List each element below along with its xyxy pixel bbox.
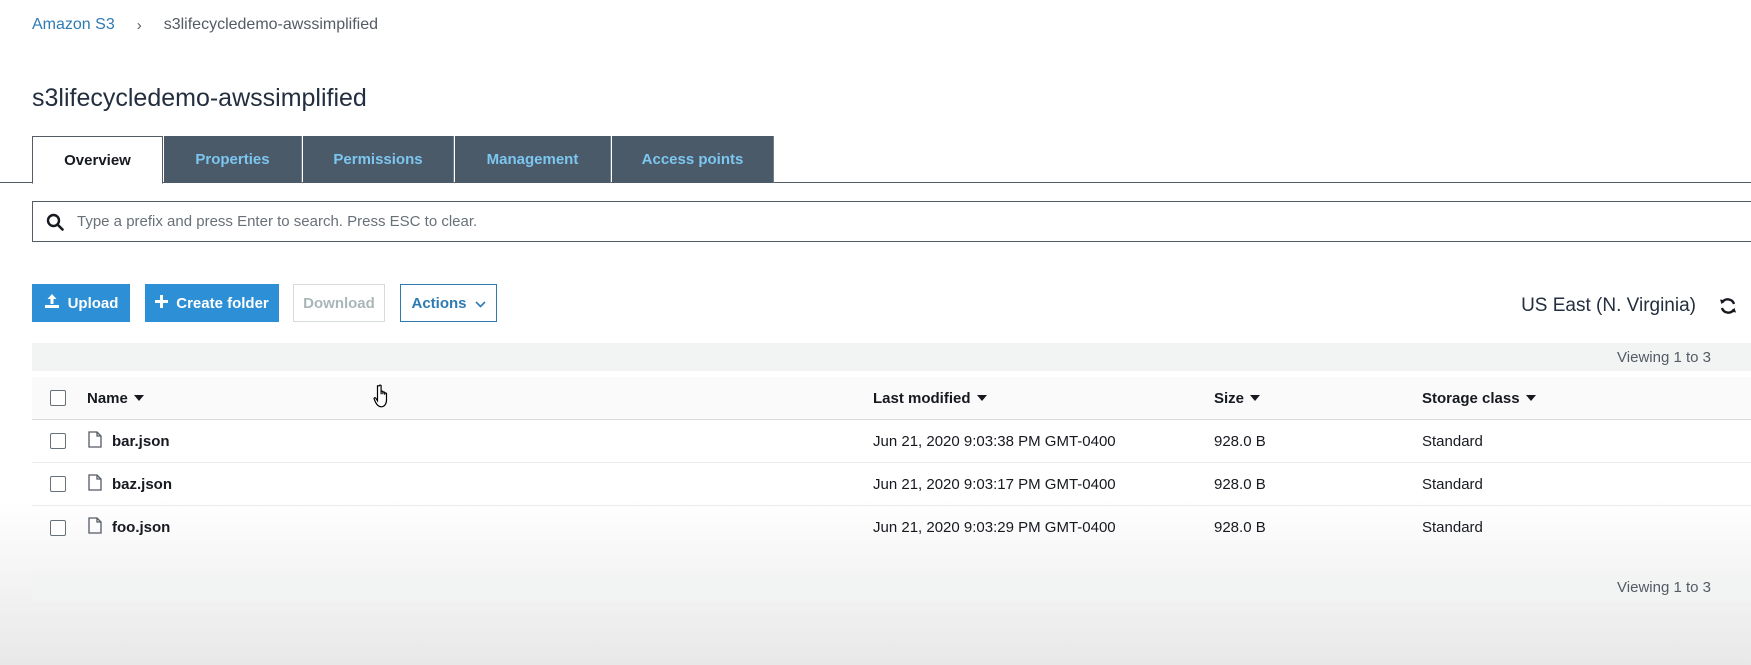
tab-permissions[interactable]: Permissions: [303, 136, 454, 183]
cell-storage-class: Standard: [1422, 519, 1483, 536]
refresh-icon[interactable]: [1719, 297, 1737, 320]
cell-last-modified: Jun 21, 2020 9:03:38 PM GMT-0400: [873, 432, 1116, 450]
column-header-last-modified[interactable]: Last modified: [873, 377, 987, 419]
region-label: US East (N. Virginia): [1521, 295, 1696, 316]
sort-caret-icon: [133, 395, 144, 401]
table-row: bar.json Jun 21, 2020 9:03:38 PM GMT-040…: [32, 420, 1751, 463]
breadcrumb: Amazon S3 › s3lifecycledemo-awssimplifie…: [32, 16, 378, 34]
tab-access-points[interactable]: Access points: [612, 136, 774, 183]
upload-label: Upload: [67, 294, 119, 312]
chevron-down-icon: [474, 295, 486, 312]
column-header-name[interactable]: Name: [87, 377, 144, 419]
file-name-link[interactable]: foo.json: [112, 519, 170, 536]
download-button[interactable]: Download: [293, 284, 385, 322]
cell-size: 928.0 B: [1214, 519, 1266, 536]
search-icon: [33, 213, 77, 231]
tab-overview[interactable]: Overview: [32, 136, 163, 184]
breadcrumb-current: s3lifecycledemo-awssimplified: [163, 16, 379, 33]
file-icon: [88, 517, 102, 538]
plus-icon: [155, 294, 169, 312]
page-title: s3lifecycledemo-awssimplified: [32, 84, 367, 112]
viewing-count-text: Viewing 1 to 3: [1617, 348, 1711, 366]
sort-caret-icon: [976, 395, 987, 401]
file-name-link[interactable]: bar.json: [112, 433, 170, 450]
table-header-row: Name Last modified Size Storage class: [32, 377, 1751, 420]
file-icon: [88, 473, 102, 495]
upload-icon: [44, 293, 60, 313]
chevron-right-icon: ›: [136, 16, 142, 34]
search-bar: [32, 201, 1751, 242]
create-folder-button[interactable]: Create folder: [145, 284, 279, 322]
objects-table: Name Last modified Size Storage class ba…: [32, 377, 1751, 549]
actions-label: Actions: [411, 294, 467, 312]
download-label: Download: [303, 294, 375, 312]
column-header-size[interactable]: Size: [1214, 377, 1261, 419]
viewing-count-top: Viewing 1 to 3: [32, 343, 1751, 371]
viewing-count-bottom: Viewing 1 to 3: [32, 573, 1751, 601]
tab-bar: Overview Properties Permissions Manageme…: [0, 136, 1751, 184]
tab-management[interactable]: Management: [455, 136, 611, 183]
sort-caret-icon: [1525, 395, 1536, 401]
upload-button[interactable]: Upload: [32, 284, 130, 322]
hand-cursor-icon: [373, 384, 391, 413]
breadcrumb-link-amazon-s3[interactable]: Amazon S3: [32, 16, 115, 34]
cell-last-modified: Jun 21, 2020 9:03:29 PM GMT-0400: [873, 519, 1116, 536]
cell-last-modified: Jun 21, 2020 9:03:17 PM GMT-0400: [873, 475, 1116, 493]
file-icon: [88, 430, 102, 452]
select-all-checkbox[interactable]: [50, 390, 66, 406]
actions-dropdown[interactable]: Actions: [400, 284, 497, 322]
cell-storage-class: Standard: [1422, 475, 1483, 493]
search-input[interactable]: [77, 213, 1751, 230]
column-header-storage-class[interactable]: Storage class: [1422, 377, 1536, 419]
row-checkbox[interactable]: [50, 519, 66, 536]
table-row: foo.json Jun 21, 2020 9:03:29 PM GMT-040…: [32, 506, 1751, 549]
tab-properties[interactable]: Properties: [164, 136, 302, 183]
row-checkbox[interactable]: [50, 433, 66, 449]
cell-size: 928.0 B: [1214, 432, 1266, 450]
cell-size: 928.0 B: [1214, 475, 1266, 493]
cell-storage-class: Standard: [1422, 432, 1483, 450]
sort-caret-icon: [1250, 395, 1261, 401]
viewing-count-text: Viewing 1 to 3: [1617, 578, 1711, 596]
create-folder-label: Create folder: [176, 294, 269, 312]
row-checkbox[interactable]: [50, 476, 66, 492]
file-name-link[interactable]: baz.json: [112, 476, 172, 493]
table-row: baz.json Jun 21, 2020 9:03:17 PM GMT-040…: [32, 463, 1751, 506]
